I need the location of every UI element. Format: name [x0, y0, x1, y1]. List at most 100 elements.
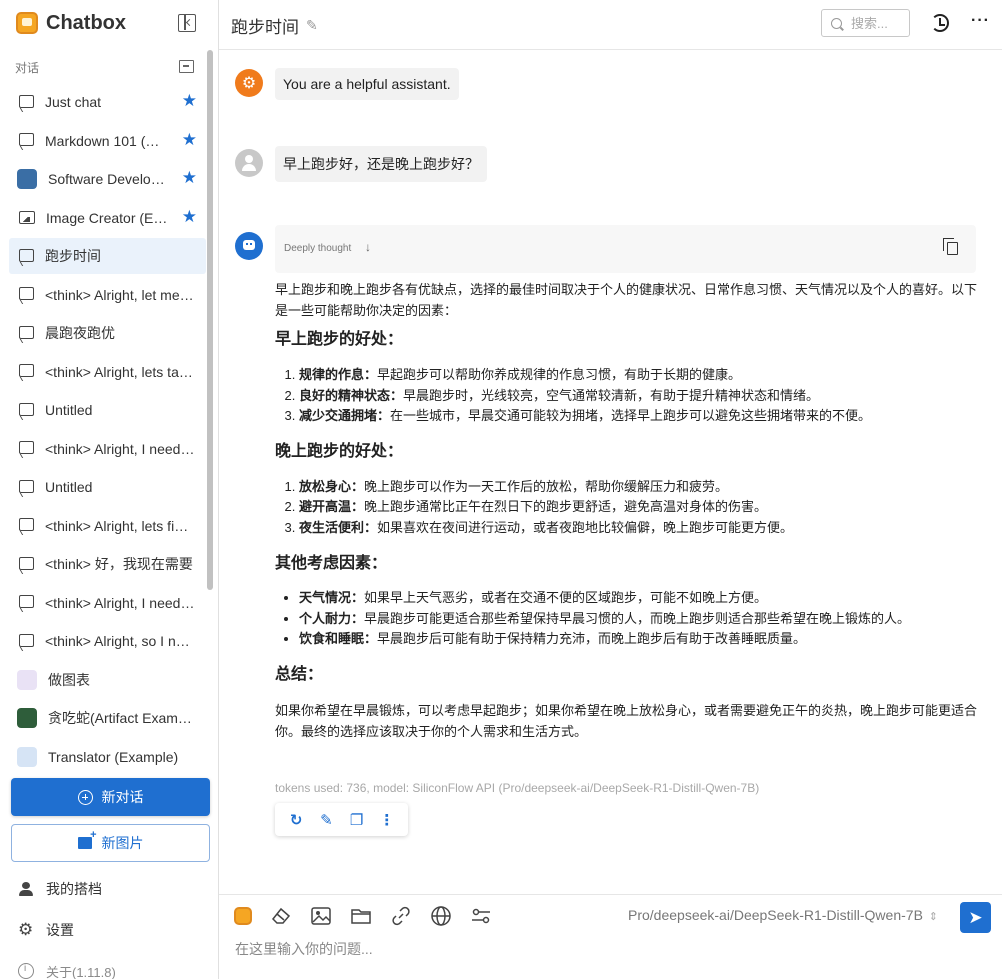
session-label: <think> Alright, I need to figure: [45, 440, 195, 457]
image-upload-icon[interactable]: [310, 905, 332, 927]
answer-list-item: 良好的精神状态：早晨跑步时，光线较亮，空气通常较清新，有助于提升精神状态和情绪。: [299, 386, 980, 407]
input-area: Pro/deepseek-ai/DeepSeek-R1-Distill-Qwen…: [219, 894, 1002, 979]
list-item-text: 早晨跑步可能更适合那些希望保持早晨习惯的人，而晚上跑步则适合那些希望在晚上锻炼的…: [364, 610, 911, 626]
folder-icon[interactable]: [350, 905, 372, 927]
session-item[interactable]: <think> Alright, lets tackle this: [9, 354, 206, 390]
new-chat-button[interactable]: 新对话: [11, 778, 210, 816]
system-avatar-gear-icon: ⚙: [235, 69, 263, 97]
chat-bubble-icon: [19, 287, 34, 300]
more-vertical-icon[interactable]: ⋮: [378, 811, 396, 829]
eraser-icon[interactable]: [270, 905, 292, 927]
chat-bubble-icon: [19, 94, 34, 108]
morning-list: 规律的作息：早起跑步可以帮助你养成规律的作息习惯，有助于长期的健康。良好的精神状…: [275, 365, 980, 427]
brand: Chatbox: [16, 11, 126, 35]
system-message: You are a helpful assistant.: [275, 68, 459, 100]
new-image-button[interactable]: 新图片: [11, 824, 210, 862]
translator-avatar: [17, 746, 37, 767]
answer-list-item: 饮食和睡眠：早晨跑步后可能有助于保持精力充沛，而晚上跑步后有助于改善睡眠质量。: [299, 629, 980, 650]
session-item[interactable]: 跑步时间: [9, 238, 206, 274]
assistant-answer: 早上跑步和晚上跑步各有优缺点，选择的最佳时间取决于个人的健康状况、日常作息习惯、…: [275, 279, 980, 742]
list-item-text: 如果喜欢在夜间进行运动，或者夜跑地比较偏僻，晚上跑步可能更方便。: [377, 519, 794, 535]
session-label: <think> Alright, I need to figure: [45, 594, 195, 611]
answer-list-item: 个人耐力：早晨跑步可能更适合那些希望保持早晨习惯的人，而晚上跑步则适合那些希望在…: [299, 609, 980, 630]
session-label: Markdown 101 (Example): [45, 132, 167, 149]
my-copilots-item[interactable]: 我的搭档: [18, 878, 102, 900]
answer-summary: 如果你希望在早晨锻炼，可以考虑早起跑步；如果你希望在晚上放松身心，或者需要避免正…: [275, 702, 978, 739]
about-item[interactable]: 关于(1.11.8): [18, 960, 116, 979]
chat-bubble-icon: [19, 556, 34, 570]
history-icon[interactable]: [931, 14, 949, 32]
star-icon[interactable]: ★: [182, 207, 197, 226]
search-box[interactable]: [821, 9, 910, 37]
message-meta: tokens used: 736, model: SiliconFlow API…: [275, 781, 760, 795]
edit-icon[interactable]: ✎: [317, 811, 335, 829]
edit-title-icon[interactable]: ✎: [306, 17, 318, 34]
settings-sliders-icon[interactable]: [470, 905, 492, 927]
list-item-text: 在一些城市，早晨交通可能较为拥堵，选择早上跑步可以避免这些拥堵带来的不便。: [390, 408, 872, 423]
session-item[interactable]: Untitled: [9, 392, 206, 428]
copy-icon[interactable]: [943, 238, 958, 255]
thinking-panel[interactable]: Deeply thought ↓: [275, 225, 976, 273]
list-item-key: 放松身心：: [299, 478, 365, 494]
web-search-globe-icon[interactable]: [430, 905, 452, 927]
add-image-icon: [77, 829, 97, 849]
session-item[interactable]: <think> Alright, I need to figure: [9, 585, 206, 621]
my-copilots-label: 我的搭档: [46, 881, 102, 897]
chatbox-logo-icon[interactable]: [234, 907, 252, 925]
session-item[interactable]: <think> 好，我现在需要: [9, 546, 206, 582]
answer-list-item: 天气情况：如果早上天气恶劣，或者在交通不便的区域跑步，可能不如晚上方便。: [299, 588, 980, 609]
session-label: <think> Alright, lets figure out: [45, 517, 195, 534]
archive-icon[interactable]: [179, 60, 194, 73]
chatbox-app: Chatbox 对话 Just chat★Markdown 101 (Examp…: [0, 0, 1002, 979]
session-label: <think> 好，我现在需要: [45, 556, 193, 572]
session-item[interactable]: Translator (Example): [9, 739, 206, 771]
chat-bubble-icon: [19, 133, 34, 146]
session-item[interactable]: <think> Alright, so I need to: [9, 623, 206, 659]
chart-avatar: [17, 669, 37, 690]
session-item[interactable]: 贪吃蛇(Artifact Example): [9, 700, 206, 736]
link-icon[interactable]: [390, 905, 412, 927]
session-label: Software Developer: [48, 171, 170, 187]
session-item[interactable]: Markdown 101 (Example) ★: [9, 123, 206, 159]
list-item-key: 减少交通拥堵：: [299, 408, 391, 423]
list-item-text: 早晨跑步后可能有助于保持精力充沛，而晚上跑步后有助于改善睡眠质量。: [377, 631, 807, 646]
session-item[interactable]: <think> Alright, lets figure out: [9, 508, 206, 544]
regenerate-icon[interactable]: ↻: [287, 811, 305, 829]
more-options-icon[interactable]: ···: [971, 12, 990, 30]
sidebar-scrollbar[interactable]: [207, 50, 213, 590]
session-item[interactable]: 做图表: [9, 662, 206, 698]
list-item-key: 避开高温：: [299, 499, 365, 514]
session-label: 贪吃蛇(Artifact Example): [48, 710, 198, 726]
info-icon: [18, 963, 34, 979]
message-input[interactable]: [235, 941, 935, 957]
session-item[interactable]: Software Developer ★: [9, 161, 206, 197]
session-item[interactable]: Image Creator (Example) ★: [9, 200, 206, 236]
copy-message-icon[interactable]: ❐: [348, 811, 366, 829]
new-chat-label: 新对话: [101, 789, 144, 805]
user-avatar-icon: [235, 149, 263, 177]
session-item[interactable]: <think> Alright, I need to figure: [9, 431, 206, 467]
list-item-text: 早起跑步可以帮助你养成规律的作息习惯，有助于长期的健康。: [377, 367, 742, 382]
session-item[interactable]: 晨跑夜跑优: [9, 315, 206, 351]
send-button[interactable]: ➤: [960, 902, 991, 933]
answer-list-item: 夜生活便利：如果喜欢在夜间进行运动，或者夜跑地比较偏僻，晚上跑步可能更方便。: [299, 518, 980, 539]
evening-list: 放松身心：晚上跑步可以作为一天工作后的放松，帮助你缓解压力和疲劳。避开高温：晚上…: [275, 477, 980, 539]
evening-heading: 晚上跑步的好处：: [275, 442, 404, 460]
sessions-section-label: 对话: [15, 61, 40, 75]
summary-heading: 总结：: [275, 665, 324, 683]
collapse-sidebar-icon[interactable]: [178, 14, 196, 32]
star-icon[interactable]: ★: [182, 92, 197, 110]
image-icon: [19, 211, 35, 224]
session-item[interactable]: Untitled: [9, 469, 206, 505]
app-title: Chatbox: [46, 11, 126, 34]
settings-item[interactable]: ⚙ 设置: [18, 919, 74, 941]
about-label: 关于(1.11.8): [46, 964, 116, 979]
search-input[interactable]: [851, 15, 907, 31]
star-icon[interactable]: ★: [182, 169, 197, 187]
session-label: <think> Alright, lets tackle this: [45, 363, 195, 380]
session-item[interactable]: Just chat ★: [9, 84, 206, 120]
session-item[interactable]: <think> Alright, let me figure this out: [9, 277, 206, 313]
star-icon[interactable]: ★: [182, 130, 197, 149]
expand-arrow-icon[interactable]: ↓: [365, 240, 371, 254]
model-selector[interactable]: Pro/deepseek-ai/DeepSeek-R1-Distill-Qwen…: [628, 907, 938, 923]
